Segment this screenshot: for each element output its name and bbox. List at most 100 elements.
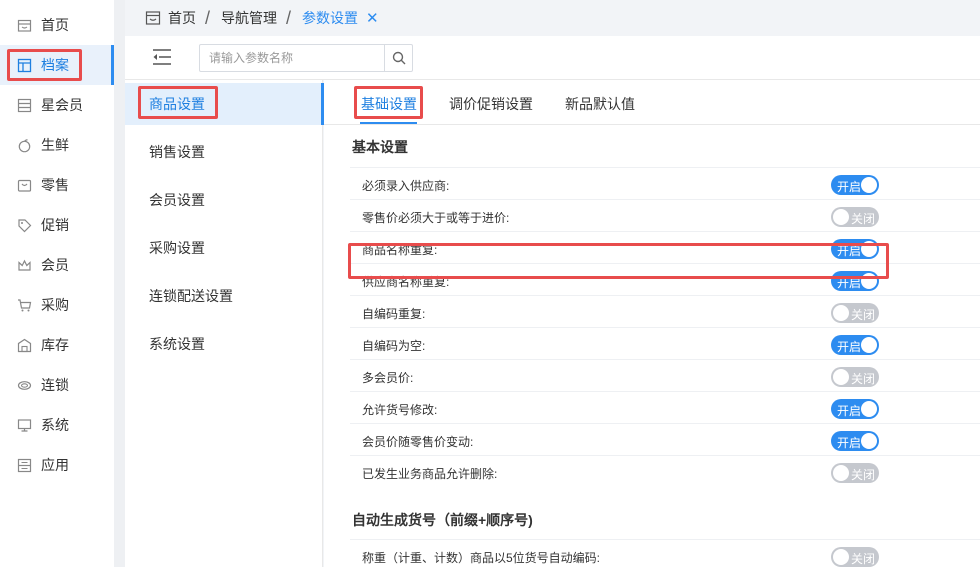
search-icon xyxy=(392,51,405,65)
tag-icon xyxy=(17,218,32,233)
empty-self-code-switch[interactable]: 开启 xyxy=(831,335,879,355)
nav-item-member[interactable]: 会员 xyxy=(0,245,114,285)
nav-item-label: 应用 xyxy=(41,457,69,473)
nav-item-label: 连锁 xyxy=(41,377,69,393)
tab-price-promotion[interactable]: 调价促销设置 xyxy=(449,94,533,114)
retail-price-check-switch[interactable]: 关闭 xyxy=(831,207,879,227)
warehouse-icon xyxy=(17,338,32,353)
cart-icon xyxy=(17,298,32,313)
member-price-follow-switch[interactable]: 开启 xyxy=(831,431,879,451)
require-supplier-switch[interactable]: 开启 xyxy=(831,175,879,195)
switch-text: 开启 xyxy=(837,436,862,450)
setting-label: 已发生业务商品允许删除: xyxy=(362,467,498,481)
switch-knob xyxy=(861,177,877,193)
fresh-icon xyxy=(17,138,32,153)
close-icon[interactable]: ✕ xyxy=(366,9,379,27)
nav-item-star-member[interactable]: 星会员 xyxy=(0,85,114,125)
switch-text: 开启 xyxy=(837,180,862,194)
weighted-autocode-switch[interactable]: 关闭 xyxy=(831,547,879,567)
breadcrumb-current[interactable]: 参数设置 xyxy=(302,8,358,28)
search-button[interactable] xyxy=(384,45,412,71)
crown-icon xyxy=(17,258,32,273)
home-icon xyxy=(145,11,161,25)
toolbar xyxy=(125,36,980,80)
breadcrumb-separator: / xyxy=(286,7,292,28)
search-input[interactable] xyxy=(200,45,386,71)
section-title-basic: 基本设置 xyxy=(352,139,408,155)
nav-item-label: 促销 xyxy=(41,217,69,233)
setting-label: 称重（计重、计数）商品以5位货号自动编码: xyxy=(362,551,601,565)
settings-submenu: 商品设置 销售设置 会员设置 采购设置 连锁配送设置 系统设置 xyxy=(125,80,324,567)
monitor-icon xyxy=(17,418,32,433)
breadcrumb: 首页 / 导航管理 / 参数设置 ✕ xyxy=(125,0,980,36)
nav-item-home[interactable]: 首页 xyxy=(0,5,114,45)
setting-row: 多会员价: 关闭 xyxy=(350,359,980,391)
star-member-icon xyxy=(17,98,32,113)
submenu-item-member[interactable]: 会员设置 xyxy=(125,179,323,221)
setting-row: 必须录入供应商: 开启 xyxy=(350,167,980,199)
retail-icon xyxy=(17,178,32,193)
switch-text: 开启 xyxy=(837,404,862,418)
section-title-autocode: 自动生成货号（前缀+顺序号) xyxy=(352,512,533,528)
setting-row: 已发生业务商品允许删除: 关闭 xyxy=(350,455,980,487)
breadcrumb-home[interactable]: 首页 xyxy=(168,8,196,28)
allow-delete-used-product-switch[interactable]: 关闭 xyxy=(831,463,879,483)
settings-content: 基础设置 调价促销设置 新品默认值 基本设置 必须录入供应商: 开启 零售价必须… xyxy=(324,80,980,567)
highlight-box xyxy=(138,86,218,119)
switch-knob xyxy=(833,305,849,321)
allow-item-code-edit-switch[interactable]: 开启 xyxy=(831,399,879,419)
nav-item-label: 采购 xyxy=(41,297,69,313)
nav-item-fresh[interactable]: 生鲜 xyxy=(0,125,114,165)
switch-text: 关闭 xyxy=(851,468,876,482)
switch-text: 关闭 xyxy=(851,552,876,566)
setting-label: 自编码重复: xyxy=(362,307,426,321)
home-icon xyxy=(17,18,32,33)
setting-label: 自编码为空: xyxy=(362,339,426,353)
nav-item-label: 零售 xyxy=(41,177,69,193)
switch-knob xyxy=(861,433,877,449)
search-box xyxy=(199,44,413,72)
chain-icon xyxy=(17,378,32,393)
submenu-item-purchase[interactable]: 采购设置 xyxy=(125,227,323,269)
setting-label: 零售价必须大于或等于进价: xyxy=(362,211,510,225)
setting-row: 零售价必须大于或等于进价: 关闭 xyxy=(350,199,980,231)
nav-item-retail[interactable]: 零售 xyxy=(0,165,114,205)
collapse-menu-icon[interactable] xyxy=(150,47,174,67)
switch-text: 关闭 xyxy=(851,308,876,322)
setting-row: 自编码重复: 关闭 xyxy=(350,295,980,327)
setting-row: 称重（计重、计数）商品以5位货号自动编码: 关闭 xyxy=(350,539,980,567)
switch-knob xyxy=(833,209,849,225)
nav-item-label: 会员 xyxy=(41,257,69,273)
switch-knob xyxy=(861,337,877,353)
nav-item-label: 生鲜 xyxy=(41,137,69,153)
setting-row: 会员价随零售价变动: 开启 xyxy=(350,423,980,455)
multi-member-price-switch[interactable]: 关闭 xyxy=(831,367,879,387)
setting-row: 自编码为空: 开启 xyxy=(350,327,980,359)
nav-item-apps[interactable]: 应用 xyxy=(0,445,114,485)
switch-knob xyxy=(833,549,849,565)
highlight-box xyxy=(7,49,82,81)
nav-scrollbar[interactable] xyxy=(114,0,125,567)
nav-item-system[interactable]: 系统 xyxy=(0,405,114,445)
submenu-item-system[interactable]: 系统设置 xyxy=(125,323,323,365)
switch-knob xyxy=(833,369,849,385)
nav-item-label: 系统 xyxy=(41,417,69,433)
nav-item-purchase[interactable]: 采购 xyxy=(0,285,114,325)
submenu-item-sales[interactable]: 销售设置 xyxy=(125,131,323,173)
nav-item-chain[interactable]: 连锁 xyxy=(0,365,114,405)
setting-label: 允许货号修改: xyxy=(362,403,438,417)
tab-new-product-defaults[interactable]: 新品默认值 xyxy=(565,94,635,114)
nav-item-label: 星会员 xyxy=(41,97,83,113)
submenu-item-chain-delivery[interactable]: 连锁配送设置 xyxy=(125,275,323,317)
switch-text: 开启 xyxy=(837,340,862,354)
setting-label: 会员价随零售价变动: xyxy=(362,435,474,449)
main-nav: 首页 档案 星会员 生鲜 零售 促销 会员 采购 库存 连锁 系统 应用 xyxy=(0,0,114,567)
nav-item-inventory[interactable]: 库存 xyxy=(0,325,114,365)
highlight-box xyxy=(348,243,889,279)
setting-label: 多会员价: xyxy=(362,371,414,385)
duplicate-self-code-switch[interactable]: 关闭 xyxy=(831,303,879,323)
breadcrumb-parent[interactable]: 导航管理 xyxy=(221,8,277,28)
highlight-box xyxy=(354,86,423,119)
nav-item-promotion[interactable]: 促销 xyxy=(0,205,114,245)
setting-label: 必须录入供应商: xyxy=(362,179,450,193)
